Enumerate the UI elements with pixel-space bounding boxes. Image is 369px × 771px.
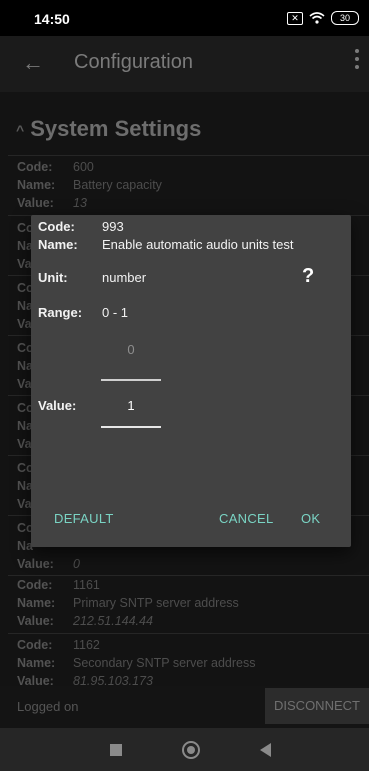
value-input[interactable]: 1	[101, 398, 161, 413]
status-bar: 14:50 ✕ 30	[0, 0, 369, 36]
dialog-name-label: Name:	[38, 237, 78, 252]
value-value: 0	[73, 557, 80, 571]
code-label: Code:	[17, 578, 53, 592]
dialog-name-value: Enable automatic audio units test	[102, 237, 294, 252]
help-icon[interactable]: ?	[302, 265, 314, 288]
dialog-range-label: Range:	[38, 305, 83, 320]
disconnect-button[interactable]: DISCONNECT	[265, 688, 369, 724]
app-bar: ← Configuration	[0, 36, 369, 92]
code-value: 1162	[73, 638, 100, 652]
value-label: Value:	[17, 674, 54, 686]
value-value: 212.51.144.44	[73, 614, 153, 628]
edit-setting-dialog: Code: 993 Name: Enable automatic audio u…	[31, 215, 351, 547]
dialog-code-value: 993	[102, 219, 124, 234]
back-arrow-icon[interactable]: ←	[22, 50, 44, 76]
dialog-range-value: 0 - 1	[102, 305, 129, 320]
ok-button[interactable]: OK	[301, 511, 320, 526]
back-icon[interactable]	[260, 743, 271, 757]
x-box-icon: ✕	[287, 11, 303, 25]
previous-value-field: 0	[127, 342, 135, 357]
section-header[interactable]: ^ System Settings	[16, 116, 201, 142]
dialog-unit-label: Unit:	[38, 270, 68, 285]
value-label: Value:	[17, 614, 54, 628]
value-value: 13	[73, 196, 87, 210]
dialog-code-label: Code:	[38, 219, 75, 234]
name-label: Name:	[17, 178, 56, 192]
previous-value-underline	[101, 379, 161, 381]
name-value: Primary SNTP server address	[73, 596, 239, 610]
recents-icon[interactable]	[110, 744, 122, 756]
wifi-icon	[309, 12, 325, 24]
name-value: Secondary SNTP server address	[73, 656, 256, 670]
code-label: Code:	[17, 160, 53, 174]
code-label: Code:	[17, 638, 53, 652]
battery-icon: 30	[331, 11, 359, 25]
name-label: Name:	[17, 596, 56, 610]
list-item[interactable]: Code: 600 Name: Battery capacity Value: 13	[17, 158, 162, 212]
home-icon[interactable]	[182, 741, 200, 759]
default-button[interactable]: DEFAULT	[54, 511, 114, 526]
list-item[interactable]: Code: 1162 Name: Secondary SNTP server add…	[17, 636, 256, 686]
cancel-button[interactable]: CANCEL	[219, 511, 274, 526]
divider	[8, 633, 369, 634]
overflow-menu-icon[interactable]	[355, 49, 359, 69]
code-value: 600	[73, 160, 94, 174]
dialog-value-label: Value:	[38, 398, 77, 413]
name-value: Battery capacity	[73, 178, 162, 192]
status-icons: ✕ 30	[287, 11, 359, 25]
page-title: Configuration	[74, 51, 193, 73]
collapse-chevron-icon: ^	[16, 122, 25, 139]
connection-status: Logged on	[17, 699, 79, 714]
system-nav-bar	[0, 728, 369, 771]
divider	[8, 155, 369, 156]
value-label: Value:	[17, 557, 54, 571]
status-time: 14:50	[34, 11, 70, 27]
list-item[interactable]: Code: 1161 Name: Primary SNTP server addre…	[17, 576, 239, 630]
connection-bar: Logged on DISCONNECT	[0, 686, 369, 728]
dialog-unit-value: number	[102, 270, 147, 285]
value-input-underline	[101, 426, 161, 428]
section-title: System Settings	[30, 116, 202, 141]
value-value: 81.95.103.173	[73, 674, 153, 686]
name-label: Name:	[17, 656, 56, 670]
code-value: 1161	[73, 578, 100, 592]
value-label: Value:	[17, 196, 54, 210]
